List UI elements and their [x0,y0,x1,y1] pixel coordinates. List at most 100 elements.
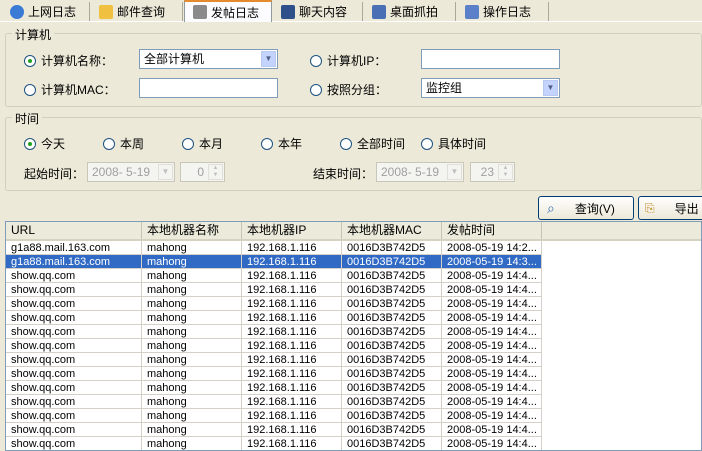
computer-name-select[interactable]: 全部计算机 ▼ [139,49,278,69]
table-row[interactable]: show.qq.com mahong 192.168.1.116 0016D3B742… [6,423,701,437]
export-icon: ⎘ [645,200,655,215]
table-row[interactable]: g1a88.mail.163.com mahong 192.168.1.116 001… [6,241,701,255]
column-header-host-mac[interactable]: 本地机器MAC [342,222,442,239]
cell-host-ip: 192.168.1.116 [242,339,342,353]
tab-web-log[interactable]: 上网日志 [2,2,90,21]
spinner-arrows-icon[interactable]: ▲ ▼ [208,164,223,180]
cell-post-time: 2008-05-19 14:4... [442,367,542,381]
radio-indicator [421,137,433,150]
end-hour-spinner[interactable]: 23 ▲ ▼ [470,162,515,182]
computer-name-value: 全部计算机 [144,52,205,66]
cell-host-mac: 0016D3B742D5 [342,367,442,381]
table-row[interactable]: show.qq.com mahong 192.168.1.116 0016D3B742… [6,297,701,311]
table-row[interactable]: show.qq.com mahong 192.168.1.116 0016D3B742… [6,367,701,381]
cell-host-ip: 192.168.1.116 [242,353,342,367]
cell-url: show.qq.com [6,381,142,395]
cell-host-mac: 0016D3B742D5 [342,283,442,297]
column-header-host-name[interactable]: 本地机器名称 [142,222,242,239]
table-row[interactable]: show.qq.com mahong 192.168.1.116 0016D3B742… [6,353,701,367]
cell-post-time: 2008-05-19 14:4... [442,297,542,311]
radio-computer-mac[interactable]: 计算机MAC： [24,81,116,98]
cell-host-mac: 0016D3B742D5 [342,339,442,353]
radio-indicator [24,137,36,150]
chevron-down-icon[interactable]: ▼ [261,51,276,67]
cell-host-mac: 0016D3B742D5 [342,353,442,367]
cell-host-ip: 192.168.1.116 [242,311,342,325]
radio-today[interactable]: 今天 [24,135,65,152]
cell-host-ip: 192.168.1.116 [242,255,342,269]
cell-url: show.qq.com [6,311,142,325]
radio-indicator [261,137,273,150]
end-date-picker[interactable]: 2008- 5-19 ▼ [376,162,464,182]
chevron-down-icon[interactable]: ▼ [158,164,173,180]
table-row[interactable]: show.qq.com mahong 192.168.1.116 0016D3B742… [6,311,701,325]
operation-icon [465,4,479,19]
end-date-value: 2008- 5-19 [381,165,440,179]
column-header-url[interactable]: URL [6,222,142,239]
query-button[interactable]: ⌕ 查询(V) [538,196,634,220]
group-value: 监控组 [426,81,463,95]
end-hour-value: 23 [480,165,494,179]
table-row[interactable]: g1a88.mail.163.com mahong 192.168.1.116 001… [6,255,701,269]
cell-host-ip: 192.168.1.116 [242,395,342,409]
chevron-down-icon[interactable]: ▼ [543,80,558,96]
tab-label: 聊天内容 [299,5,348,19]
radio-computer-name[interactable]: 计算机名称： [24,52,113,69]
this-week-label: 本周 [120,137,145,151]
start-date-value: 2008- 5-19 [92,165,151,179]
tab-mail-query[interactable]: 邮件查询 [91,2,183,21]
radio-specific-time[interactable]: 具体时间 [421,135,486,152]
radio-by-group[interactable]: 按照分组： [310,81,387,98]
cell-host-name: mahong [142,367,242,381]
table-row[interactable]: show.qq.com mahong 192.168.1.116 0016D3B742… [6,409,701,423]
radio-this-month[interactable]: 本月 [182,135,223,152]
cell-post-time: 2008-05-19 14:4... [442,395,542,409]
table-row[interactable]: show.qq.com mahong 192.168.1.116 0016D3B742… [6,325,701,339]
radio-this-week[interactable]: 本周 [103,135,144,152]
cell-host-mac: 0016D3B742D5 [342,269,442,283]
chevron-down-icon[interactable]: ▼ [447,164,462,180]
this-month-label: 本月 [199,137,224,151]
computer-group-legend: 计算机 [12,26,55,43]
cell-host-ip: 192.168.1.116 [242,325,342,339]
post-log-table[interactable]: URL 本地机器名称 本地机器IP 本地机器MAC 发帖时间 g1a88.mai… [5,221,702,451]
table-row[interactable]: show.qq.com mahong 192.168.1.116 0016D3B742… [6,269,701,283]
cell-host-mac: 0016D3B742D5 [342,381,442,395]
table-row[interactable]: show.qq.com mahong 192.168.1.116 0016D3B742… [6,339,701,353]
cell-host-name: mahong [142,255,242,269]
table-row[interactable]: show.qq.com mahong 192.168.1.116 0016D3B742… [6,395,701,409]
radio-all-time[interactable]: 全部时间 [340,135,405,152]
table-row[interactable]: show.qq.com mahong 192.168.1.116 0016D3B742… [6,381,701,395]
computer-mac-input[interactable] [139,78,278,98]
cell-host-mac: 0016D3B742D5 [342,255,442,269]
column-header-host-ip[interactable]: 本地机器IP [242,222,342,239]
radio-this-year[interactable]: 本年 [261,135,302,152]
cell-host-name: mahong [142,395,242,409]
spinner-arrows-icon[interactable]: ▲ ▼ [498,164,513,180]
cell-post-time: 2008-05-19 14:4... [442,339,542,353]
this-year-label: 本年 [278,137,303,151]
tab-chat-content[interactable]: 聊天内容 [273,2,363,21]
table-row[interactable]: show.qq.com mahong 192.168.1.116 0016D3B742… [6,283,701,297]
cell-url: show.qq.com [6,437,142,450]
column-header-post-time[interactable]: 发帖时间 [442,222,542,239]
chat-icon [281,4,295,19]
computer-ip-label: 计算机IP： [327,54,387,68]
tab-divider [0,21,702,22]
radio-indicator [182,137,194,150]
cell-host-ip: 192.168.1.116 [242,283,342,297]
printer-icon [193,5,207,19]
computer-ip-input[interactable] [421,49,560,69]
cell-post-time: 2008-05-19 14:4... [442,269,542,283]
table-row[interactable]: show.qq.com mahong 192.168.1.116 0016D3B742… [6,437,701,450]
group-select[interactable]: 监控组 ▼ [421,78,560,98]
cell-host-name: mahong [142,423,242,437]
cell-url: show.qq.com [6,423,142,437]
tab-operation-log[interactable]: 操作日志 [457,2,549,21]
start-date-picker[interactable]: 2008- 5-19 ▼ [87,162,175,182]
radio-computer-ip[interactable]: 计算机IP： [310,52,386,69]
start-hour-spinner[interactable]: 0 ▲ ▼ [180,162,225,182]
tab-desktop-capture[interactable]: 桌面抓拍 [364,2,456,21]
export-button[interactable]: ⎘ 导出 [638,196,702,220]
tab-post-log[interactable]: 发帖日志 [184,0,272,22]
